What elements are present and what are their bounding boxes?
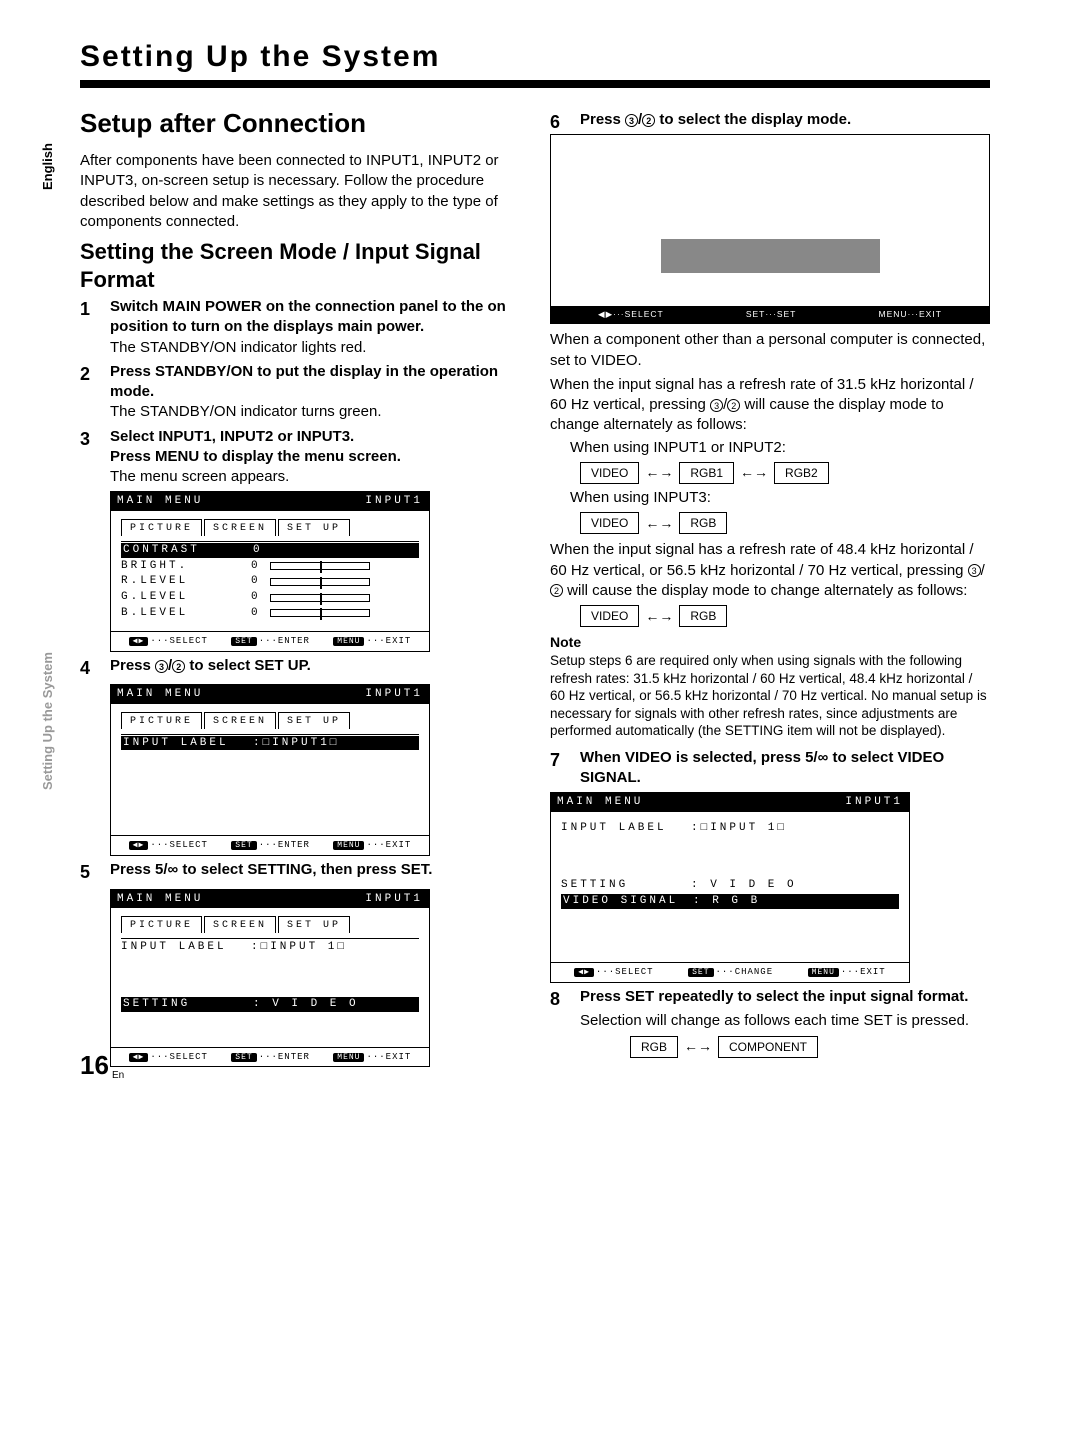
step-number-7: 7 bbox=[550, 748, 580, 789]
flow-diagram-2: VIDEO ←→ RGB bbox=[580, 512, 990, 534]
menu-screenshot-1: MAIN MENU INPUT1 PICTURE SCREEN SET UP C… bbox=[110, 491, 430, 652]
step-number-5: 5 bbox=[80, 860, 110, 884]
flow2-label: When using INPUT3: bbox=[570, 488, 990, 508]
step-6-text: Press 3/2 to select the display mode. bbox=[580, 110, 990, 134]
menu-foot-enter: SET···ENTER bbox=[231, 635, 310, 648]
display-mode-diagram: ◀▶···SELECT SET···SET MENU···EXIT bbox=[550, 134, 990, 324]
note-heading: Note bbox=[550, 633, 990, 652]
step-number-3: 3 bbox=[80, 427, 110, 468]
right-p1: When a component other than a personal c… bbox=[550, 330, 990, 371]
menu4-row-videosignal: VIDEO SIGNAL bbox=[563, 894, 693, 909]
step-8-sub: Selection will change as follows each ti… bbox=[580, 1011, 990, 1031]
step-5-text: Press 5/∞ to select SETTING, then press … bbox=[110, 860, 520, 884]
menu2-row-inputlabel: INPUT LABEL bbox=[123, 736, 253, 751]
step-number-4: 4 bbox=[80, 656, 110, 680]
flow-diagram-4: RGB ←→ COMPONENT bbox=[630, 1036, 990, 1058]
step-number-1: 1 bbox=[80, 297, 110, 338]
step-1-text: Switch MAIN POWER on the connection pane… bbox=[110, 298, 506, 335]
section-title: Setup after Connection bbox=[80, 106, 520, 141]
menu1-row-r: R.LEVEL bbox=[121, 574, 251, 589]
side-section-label: Setting Up the System bbox=[40, 652, 55, 790]
slider-icon bbox=[272, 546, 372, 554]
menu1-row-bright: BRIGHT. bbox=[121, 559, 251, 574]
step-3-sub: The menu screen appears. bbox=[110, 467, 520, 487]
menu1-tab-setup: SET UP bbox=[278, 519, 350, 536]
side-language-label: English bbox=[40, 143, 55, 190]
menu-foot-exit: MENU···EXIT bbox=[333, 635, 411, 648]
step-number-8: 8 bbox=[550, 987, 580, 1011]
flow1-label: When using INPUT1 or INPUT2: bbox=[570, 438, 990, 458]
flow-diagram-1: VIDEO ←→ RGB1 ←→ RGB2 bbox=[580, 462, 990, 484]
step-3b-text: Press MENU to display the menu screen. bbox=[110, 447, 520, 467]
step-4-text: Press 3/2 to select SET UP. bbox=[110, 656, 520, 680]
right-p3: When the input signal has a refresh rate… bbox=[550, 540, 990, 601]
page-lang: En bbox=[112, 1070, 124, 1081]
menu1-title-left: MAIN MENU bbox=[117, 494, 203, 509]
menu-screenshot-2: MAIN MENU INPUT1 PICTURE SCREEN SET UP I… bbox=[110, 684, 430, 856]
right-p2: When the input signal has a refresh rate… bbox=[550, 375, 990, 436]
step-1-sub: The STANDBY/ON indicator lights red. bbox=[110, 338, 520, 358]
step-3a-text: Select INPUT1, INPUT2 or INPUT3. bbox=[110, 427, 520, 447]
menu1-tab-screen: SCREEN bbox=[204, 519, 276, 536]
menu1-row-b: B.LEVEL bbox=[121, 606, 251, 621]
menu1-tab-picture: PICTURE bbox=[121, 519, 202, 536]
step-8-text: Press SET repeatedly to select the input… bbox=[580, 987, 990, 1011]
step-number-6: 6 bbox=[550, 110, 580, 134]
menu3-row-setting: SETTING bbox=[123, 997, 253, 1012]
chapter-title: Setting Up the System bbox=[80, 40, 990, 88]
step-7-text: When VIDEO is selected, press 5/∞ to sel… bbox=[580, 748, 990, 789]
step-2-sub: The STANDBY/ON indicator turns green. bbox=[110, 402, 520, 422]
note-body: Setup steps 6 are required only when usi… bbox=[550, 652, 990, 740]
flow-diagram-3: VIDEO ←→ RGB bbox=[580, 605, 990, 627]
intro-paragraph: After components have been connected to … bbox=[80, 151, 520, 232]
menu1-row-contrast: CONTRAST bbox=[123, 543, 253, 558]
menu-screenshot-3: MAIN MENU INPUT1 PICTURE SCREEN SET UP I… bbox=[110, 889, 430, 1068]
menu1-row-g: G.LEVEL bbox=[121, 590, 251, 605]
menu1-title-right: INPUT1 bbox=[365, 494, 423, 509]
menu-foot-select: ◀▶···SELECT bbox=[129, 635, 208, 648]
page-number: 16 bbox=[80, 1050, 109, 1081]
step-number-2: 2 bbox=[80, 362, 110, 403]
step-2-text: Press STANDBY/ON to put the display in t… bbox=[110, 363, 498, 400]
menu-screenshot-4: MAIN MENU INPUT1 INPUT LABEL:□INPUT 1□ S… bbox=[550, 792, 910, 983]
subsection-title: Setting the Screen Mode / Input Signal F… bbox=[80, 238, 520, 293]
